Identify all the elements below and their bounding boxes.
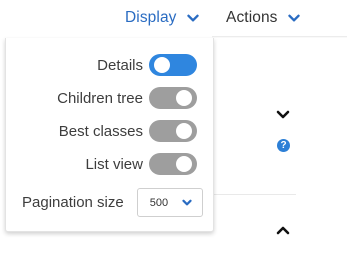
option-label: Details <box>97 56 143 74</box>
option-label: List view <box>85 155 143 173</box>
toggle-knob <box>154 57 170 73</box>
display-options-dropdown: Details Children tree Best classes List … <box>5 38 214 232</box>
chevron-down-icon[interactable] <box>276 110 290 120</box>
actions-menu-label: Actions <box>226 9 278 26</box>
pagination-size-select[interactable]: 500 <box>136 188 203 217</box>
chevron-down-icon <box>287 14 300 23</box>
children-tree-toggle[interactable] <box>149 87 197 109</box>
page: Display Actions ? Details Children tree … <box>0 0 347 269</box>
actions-menu-button[interactable]: Actions <box>226 0 300 36</box>
toggle-knob <box>176 156 192 172</box>
best-classes-toggle[interactable] <box>149 120 197 142</box>
section-divider <box>214 194 296 195</box>
chevron-down-icon <box>182 199 192 207</box>
top-bar: Display Actions <box>0 0 347 38</box>
chevron-down-icon <box>186 14 199 23</box>
list-view-toggle[interactable] <box>149 153 197 175</box>
pagination-size-label: Pagination size <box>22 194 124 211</box>
option-details: Details <box>97 53 197 77</box>
pagination-size-row: Pagination size 500 <box>22 188 203 217</box>
option-best-classes: Best classes <box>59 119 197 143</box>
option-list-view: List view <box>85 152 197 176</box>
details-toggle[interactable] <box>149 54 197 76</box>
display-menu-button[interactable]: Display <box>125 0 199 36</box>
option-label: Best classes <box>58 122 143 140</box>
toggle-knob <box>176 123 192 139</box>
chevron-up-icon[interactable] <box>276 225 290 235</box>
option-label: Children tree <box>57 89 143 107</box>
pagination-size-value: 500 <box>149 196 169 209</box>
help-icon[interactable]: ? <box>277 139 290 152</box>
option-children-tree: Children tree <box>57 86 197 110</box>
toggle-knob <box>176 90 192 106</box>
display-menu-label: Display <box>125 9 177 26</box>
